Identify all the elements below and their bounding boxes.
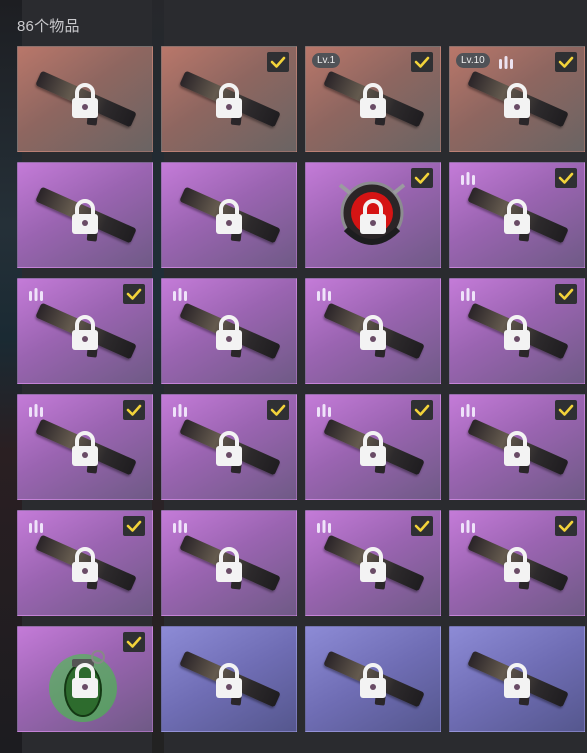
inventory-item-card[interactable] [449,510,585,616]
inventory-item-card[interactable] [17,626,153,732]
inventory-item-card[interactable] [17,394,153,500]
inventory-item-card[interactable] [305,278,441,384]
lock-icon [358,663,388,699]
checkmark-icon[interactable] [555,284,577,304]
inventory-grid: Lv.1 Lv.10 [17,46,585,732]
lock-icon [214,199,244,235]
rarity-pips-icon [28,519,44,533]
lock-icon [502,199,532,235]
rarity-pips-icon [460,403,476,417]
checkmark-icon[interactable] [555,516,577,536]
inventory-item-card[interactable] [449,626,585,732]
lock-icon [70,547,100,583]
lock-icon [214,431,244,467]
checkmark-icon[interactable] [123,632,145,652]
lock-icon [502,663,532,699]
lock-icon [358,199,388,235]
checkmark-icon[interactable] [411,516,433,536]
level-badge: Lv.1 [312,53,341,68]
inventory-item-card[interactable] [17,510,153,616]
checkmark-icon[interactable] [411,168,433,188]
checkmark-icon[interactable] [555,52,577,72]
lock-icon [358,83,388,119]
lock-icon [358,547,388,583]
inventory-item-card[interactable] [305,626,441,732]
lock-icon [70,663,100,699]
checkmark-icon[interactable] [411,52,433,72]
lock-icon [214,83,244,119]
lock-icon [358,315,388,351]
inventory-item-card[interactable] [17,46,153,152]
checkmark-icon[interactable] [411,400,433,420]
inventory-item-card[interactable] [305,162,441,268]
inventory-item-card[interactable]: Lv.1 [305,46,441,152]
checkmark-icon[interactable] [267,52,289,72]
rarity-pips-icon [28,403,44,417]
rarity-pips-icon [172,403,188,417]
inventory-item-card[interactable] [161,394,297,500]
rarity-pips-icon [498,55,514,69]
rarity-pips-icon [316,519,332,533]
lock-icon [70,315,100,351]
inventory-item-card[interactable] [17,162,153,268]
lock-icon [502,315,532,351]
inventory-item-card[interactable] [449,278,585,384]
checkmark-icon[interactable] [555,400,577,420]
lock-icon [70,83,100,119]
lock-icon [214,663,244,699]
rarity-pips-icon [172,287,188,301]
lock-icon [70,199,100,235]
inventory-item-card[interactable]: Lv.10 [449,46,585,152]
inventory-item-card[interactable] [161,510,297,616]
rarity-pips-icon [316,287,332,301]
lock-icon [502,431,532,467]
checkmark-icon[interactable] [555,168,577,188]
inventory-item-card[interactable] [161,278,297,384]
inventory-item-card[interactable] [449,162,585,268]
lock-icon [214,315,244,351]
rarity-pips-icon [460,519,476,533]
inventory-item-card[interactable] [17,278,153,384]
checkmark-icon[interactable] [123,400,145,420]
item-count-label: 86个物品 [17,18,80,35]
checkmark-icon[interactable] [267,400,289,420]
checkmark-icon[interactable] [123,516,145,536]
lock-icon [502,83,532,119]
lock-icon [214,547,244,583]
inventory-item-card[interactable] [161,626,297,732]
lock-icon [358,431,388,467]
inventory-item-card[interactable] [305,510,441,616]
inventory-item-card[interactable] [449,394,585,500]
rarity-pips-icon [316,403,332,417]
inventory-item-card[interactable] [161,162,297,268]
rarity-pips-icon [28,287,44,301]
level-badge: Lv.10 [456,53,490,68]
rarity-pips-icon [460,287,476,301]
lock-icon [502,547,532,583]
rarity-pips-icon [460,171,476,185]
inventory-item-card[interactable] [161,46,297,152]
inventory-item-card[interactable] [305,394,441,500]
lock-icon [70,431,100,467]
checkmark-icon[interactable] [123,284,145,304]
rarity-pips-icon [172,519,188,533]
